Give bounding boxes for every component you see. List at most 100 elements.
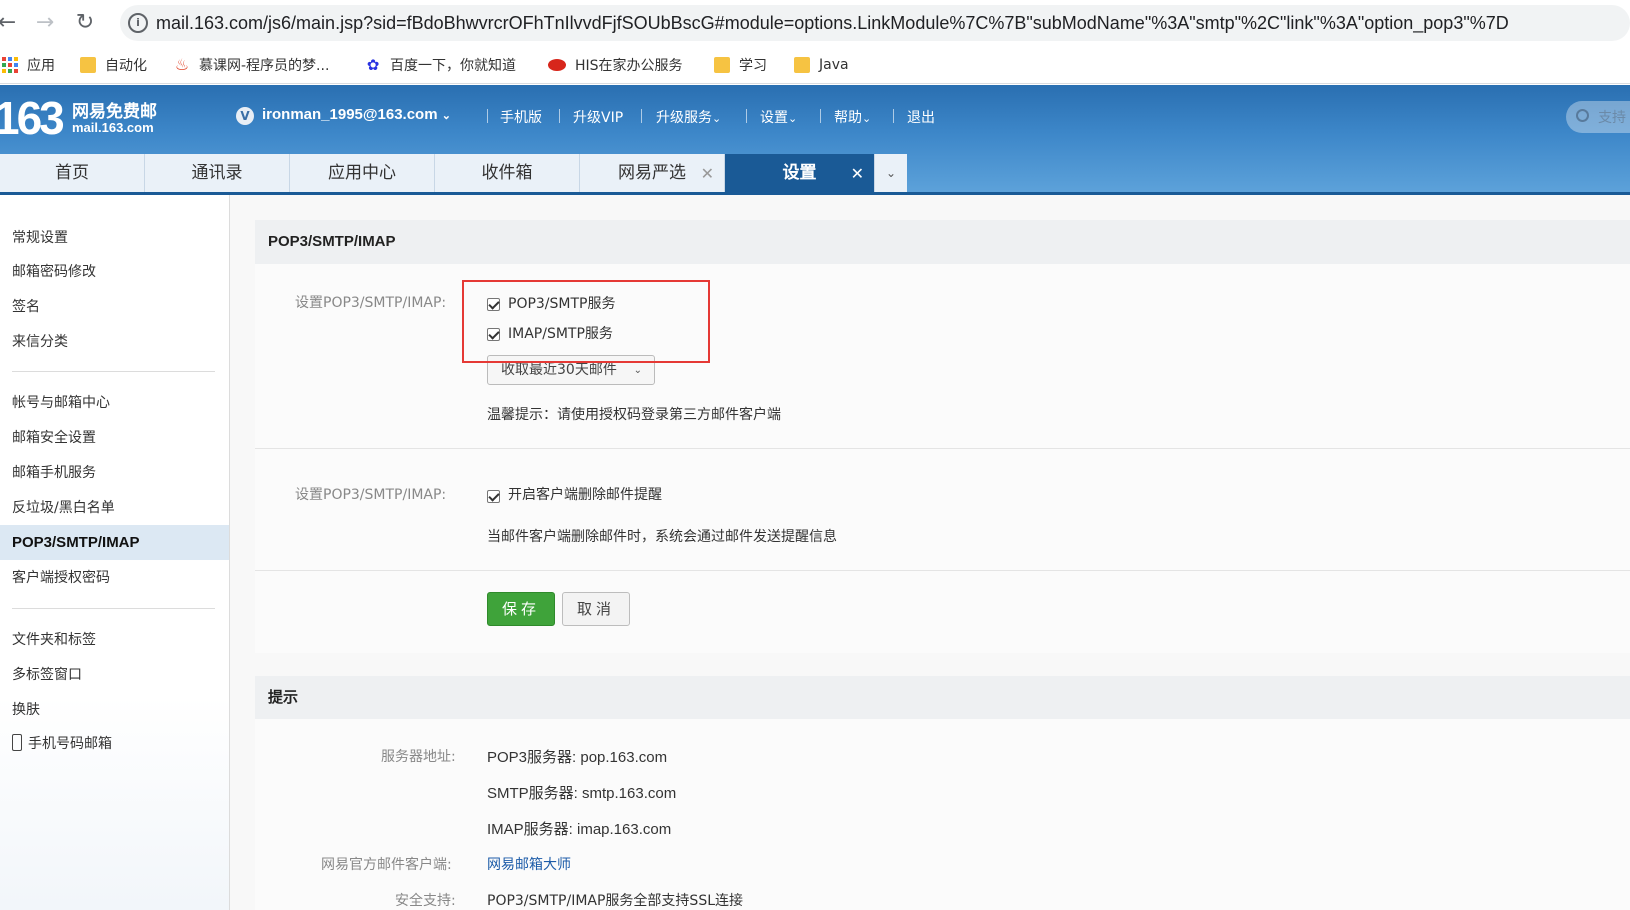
upgrade-service-label: 升级服务 <box>656 110 712 126</box>
auth-code-tip: 温馨提示：请使用授权码登录第三方邮件客户端 <box>487 407 781 423</box>
sidebar-item-mobile-service[interactable]: 邮箱手机服务 <box>0 456 229 491</box>
settings-menu[interactable]: 设置⌄ <box>760 107 797 127</box>
tab-contacts[interactable]: 通讯录 <box>145 154 290 193</box>
site-info-icon[interactable]: i <box>128 13 148 33</box>
mail-search[interactable]: 支持 <box>1566 101 1630 133</box>
sidebar-item-signature[interactable]: 签名 <box>0 290 229 325</box>
sidebar-item-account-center[interactable]: 帐号与邮箱中心 <box>0 386 229 421</box>
logo-domain: mail.163.com <box>72 120 154 135</box>
tab-settings[interactable]: 设置 ✕ <box>725 154 875 193</box>
bookmark-his[interactable]: HIS在家办公服务 <box>548 54 683 76</box>
bookmark-study[interactable]: 学习 <box>714 54 767 76</box>
ssl-support-text: POP3/SMTP/IMAP服务全部支持SSL连接 <box>487 893 744 909</box>
mail-master-link[interactable]: 网易邮箱大师 <box>487 854 571 874</box>
phone-icon <box>12 734 22 751</box>
security-support-label: 安全支持: <box>395 893 456 909</box>
hints-panel: 提示 服务器地址: POP3服务器: pop.163.com SMTP服务器: … <box>255 676 1630 910</box>
panel-title: POP3/SMTP/IMAP <box>255 220 1630 264</box>
reload-icon[interactable]: ↻ <box>72 9 98 37</box>
tab-home[interactable]: 首页 <box>0 154 145 193</box>
sidebar-item-filters[interactable]: 来信分类 <box>0 325 229 360</box>
help-menu[interactable]: 帮助⌄ <box>834 107 871 127</box>
help-label: 帮助 <box>834 110 862 126</box>
sidebar-item-multi-tab[interactable]: 多标签窗口 <box>0 658 229 693</box>
sidebar-item-pop3-smtp-imap[interactable]: POP3/SMTP/IMAP <box>0 525 229 560</box>
chevron-down-icon: ⌄ <box>862 112 872 125</box>
huawei-logo-icon <box>548 59 566 71</box>
bookmark-imooc[interactable]: ♨ 慕课网-程序员的梦... <box>174 54 330 76</box>
sidebar-divider <box>12 371 215 372</box>
imap-server: IMAP服务器: imap.163.com <box>487 821 672 838</box>
panel-title: 提示 <box>255 676 1630 719</box>
vip-badge-icon: V <box>236 107 254 125</box>
official-client-label: 网易官方邮件客户端: <box>321 857 452 873</box>
mobile-link[interactable]: 手机版 <box>500 107 542 127</box>
sidebar-item-security[interactable]: 邮箱安全设置 <box>0 421 229 456</box>
sidebar-item-general[interactable]: 常规设置 <box>0 221 229 256</box>
tab-label: 设置 <box>782 163 817 183</box>
sidebar-item-phone-mailbox[interactable]: 手机号码邮箱 <box>0 727 229 762</box>
upgrade-vip-link[interactable]: 升级VIP <box>573 107 623 127</box>
delete-setting-label: 设置POP3/SMTP/IMAP: <box>295 487 447 503</box>
search-placeholder: 支持 <box>1598 110 1626 126</box>
user-account-menu[interactable]: ironman_1995@163.com ⌄ <box>262 106 451 123</box>
bookmark-label: 自动化 <box>105 58 147 74</box>
sidebar-item-label: 手机号码邮箱 <box>28 736 112 752</box>
sidebar-item-antispam[interactable]: 反垃圾/黑白名单 <box>0 491 229 526</box>
folder-icon <box>80 57 96 73</box>
tab-label: 首页 <box>55 163 89 183</box>
upgrade-service-menu[interactable]: 升级服务⌄ <box>656 107 721 127</box>
tab-label: 应用中心 <box>328 163 396 183</box>
tab-more-chevron-icon[interactable]: ⌄ <box>875 154 907 193</box>
bookmark-label: HIS在家办公服务 <box>575 58 683 74</box>
url-text[interactable]: mail.163.com/js6/main.jsp?sid=fBdoBhwvrc… <box>156 13 1509 34</box>
annotation-highlight-box <box>462 280 710 363</box>
bookmark-apps[interactable]: 应用 <box>2 54 55 76</box>
chevron-down-icon: ⌄ <box>712 112 722 125</box>
save-button[interactable]: 保存 <box>487 592 555 626</box>
sidebar-item-password[interactable]: 邮箱密码修改 <box>0 255 229 290</box>
bookmark-label: 百度一下，你就知道 <box>390 58 516 74</box>
bookmark-automation[interactable]: 自动化 <box>80 54 147 76</box>
tab-yanxuan[interactable]: 网易严选 ✕ <box>580 154 725 193</box>
back-icon[interactable]: ← <box>0 9 20 37</box>
sidebar-item-client-auth-code[interactable]: 客户端授权密码 <box>0 561 229 596</box>
sidebar-item-skin[interactable]: 换肤 <box>0 693 229 728</box>
service-setting-label: 设置POP3/SMTP/IMAP: <box>295 295 447 311</box>
sidebar-item-folders-tags[interactable]: 文件夹和标签 <box>0 623 229 658</box>
bookmark-label: Java <box>819 57 849 73</box>
apps-grid-icon <box>2 57 18 73</box>
tab-app-center[interactable]: 应用中心 <box>290 154 435 193</box>
browser-toolbar: ← → ↻ i mail.163.com/js6/main.jsp?sid=fB… <box>0 0 1630 46</box>
section-divider <box>255 448 1630 449</box>
delete-notice-description: 当邮件客户端删除邮件时，系统会通过邮件发送提醒信息 <box>487 529 837 545</box>
tab-inbox[interactable]: 收件箱 <box>435 154 580 193</box>
divider <box>893 109 894 123</box>
bookmark-label: 学习 <box>739 58 767 74</box>
bookmark-label: 应用 <box>27 58 55 74</box>
close-icon[interactable]: ✕ <box>851 154 864 193</box>
cancel-button[interactable]: 取消 <box>562 592 630 626</box>
logo-163[interactable]: 163 <box>0 91 65 145</box>
divider <box>559 109 560 123</box>
divider <box>746 109 747 123</box>
folder-icon <box>794 57 810 73</box>
forward-icon[interactable]: → <box>32 9 58 37</box>
bookmark-java[interactable]: Java <box>794 54 849 76</box>
tab-label: 通讯录 <box>191 163 243 183</box>
logo-title: 网易免费邮 <box>72 102 157 122</box>
address-bar[interactable]: i mail.163.com/js6/main.jsp?sid=fBdoBhwv… <box>120 5 1630 41</box>
tab-label: 收件箱 <box>481 163 533 183</box>
settings-label: 设置 <box>760 110 788 126</box>
search-icon <box>1576 109 1589 122</box>
chevron-down-icon: ⌄ <box>788 112 798 125</box>
delete-notice-checkbox[interactable] <box>487 490 500 503</box>
bookmark-label: 慕课网-程序员的梦... <box>199 58 330 74</box>
close-icon[interactable]: ✕ <box>701 154 714 193</box>
sidebar-divider <box>12 608 215 609</box>
tab-label: 网易严选 <box>618 163 686 183</box>
section-divider <box>255 570 1630 571</box>
logout-link[interactable]: 退出 <box>907 107 935 127</box>
tab-bar: 首页 通讯录 应用中心 收件箱 网易严选 ✕ 设置 ✕ ⌄ <box>0 154 907 193</box>
bookmark-baidu[interactable]: ✿ 百度一下，你就知道 <box>365 54 516 76</box>
